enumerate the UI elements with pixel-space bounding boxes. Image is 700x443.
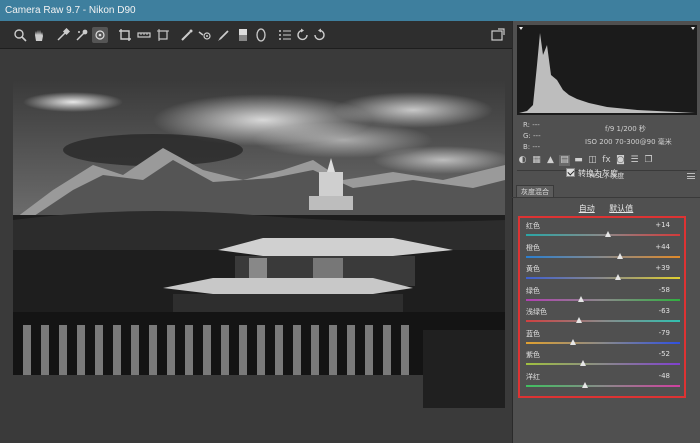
slider-thumb[interactable] — [616, 252, 623, 259]
slider-value[interactable]: -48 — [659, 372, 670, 380]
window-title: Camera Raw 9.7 - Nikon D90 — [0, 0, 700, 21]
slider-label: 紫色 — [526, 351, 540, 359]
slider-thumb[interactable] — [605, 231, 612, 237]
targeted-adjustment-icon[interactable] — [92, 27, 108, 43]
detail-tab-icon[interactable]: ▲ — [545, 155, 556, 166]
rgb-readout: R: --- G: --- B: --- f/9 1/200 秒 ISO 200… — [517, 119, 697, 153]
color-sampler-icon[interactable] — [74, 27, 90, 43]
convert-to-grayscale[interactable]: 转换为灰度 — [566, 168, 618, 179]
split-toning-tab-icon[interactable]: ▬ — [573, 155, 584, 166]
slider-track[interactable] — [526, 384, 680, 387]
slider-label: 洋红 — [526, 372, 540, 381]
graduated-filter-icon[interactable] — [235, 27, 251, 43]
slider-track[interactable] — [526, 298, 680, 301]
red-eye-icon[interactable] — [197, 27, 213, 43]
slider-value[interactable]: -63 — [659, 307, 670, 315]
zoom-icon[interactable] — [12, 27, 28, 43]
slider-track[interactable] — [526, 320, 680, 322]
slider-value[interactable]: +14 — [655, 221, 670, 229]
b-label: B: --- — [523, 143, 540, 151]
slider-label: 红色 — [526, 222, 540, 230]
slider-track[interactable] — [526, 255, 680, 258]
slider-label: 绿色 — [526, 286, 540, 295]
slider-track[interactable] — [526, 234, 680, 236]
panel-tabs: ◐ ▦ ▲ ▤ ▬ ◫ fx ◙ ☰ ❐ — [517, 153, 697, 169]
slider-label: 黄色 — [526, 265, 540, 273]
slider-track[interactable] — [526, 277, 680, 279]
slider-value[interactable]: -58 — [659, 286, 670, 294]
slider-value[interactable]: +44 — [655, 243, 670, 251]
iso-lens-info: ISO 200 70-300@90 毫米 — [585, 138, 672, 146]
hand-icon[interactable] — [31, 27, 47, 43]
auto-link[interactable]: 自动 — [579, 204, 595, 213]
crop-icon[interactable] — [117, 27, 133, 43]
lens-tab-icon[interactable]: ◫ — [587, 155, 598, 166]
slider-thumb[interactable] — [577, 295, 584, 302]
slider-label: 浅绿色 — [526, 308, 547, 316]
slider-track[interactable] — [526, 363, 680, 365]
slider-row: 蓝色 -79 — [526, 329, 680, 350]
histogram — [517, 25, 697, 115]
radial-filter-icon[interactable] — [253, 27, 269, 43]
slider-row: 橙色 +44 — [526, 243, 680, 264]
slider-row: 浅绿色 -63 — [526, 307, 680, 328]
slider-row: 紫色 -52 — [526, 350, 680, 371]
hsl-tab-icon[interactable]: ▤ — [559, 155, 570, 166]
basic-tab-icon[interactable]: ◐ — [517, 155, 528, 166]
slider-row: 红色 +14 — [526, 221, 680, 242]
slider-row: 黄色 +39 — [526, 264, 680, 285]
panel-menu-icon[interactable] — [687, 173, 695, 179]
presets-tab-icon[interactable]: ☰ — [629, 155, 640, 166]
slider-track[interactable] — [526, 341, 680, 344]
effects-tab-icon[interactable]: fx — [601, 155, 612, 166]
slider-label: 蓝色 — [526, 329, 540, 338]
transform-icon[interactable] — [155, 27, 171, 43]
slider-thumb[interactable] — [615, 274, 621, 280]
rotate-left-icon[interactable] — [295, 27, 311, 43]
tone-curve-tab-icon[interactable]: ▦ — [531, 155, 542, 166]
subtab-divider — [512, 197, 700, 198]
snapshots-tab-icon[interactable]: ❐ — [643, 155, 654, 166]
slider-thumb[interactable] — [581, 381, 588, 388]
default-link[interactable]: 默认值 — [609, 204, 633, 213]
adjustment-brush-icon[interactable] — [216, 27, 232, 43]
exposure-info: f/9 1/200 秒 — [605, 125, 646, 133]
slider-thumb[interactable] — [579, 360, 586, 366]
straighten-icon[interactable] — [136, 27, 152, 43]
rotate-right-icon[interactable] — [311, 27, 327, 43]
white-balance-icon[interactable] — [55, 27, 71, 43]
slider-value[interactable]: -79 — [659, 329, 670, 337]
tool-bar — [0, 21, 512, 49]
auto-default-links: 自动 默认值 — [512, 203, 700, 214]
slider-value[interactable]: +39 — [655, 264, 670, 272]
slider-value[interactable]: -52 — [659, 350, 670, 358]
list-icon[interactable] — [277, 27, 293, 43]
slider-row: 绿色 -58 — [526, 286, 680, 307]
convert-checkbox[interactable] — [566, 168, 575, 177]
r-label: R: --- — [523, 121, 540, 129]
camera-calibration-tab-icon[interactable]: ◙ — [615, 155, 626, 166]
slider-thumb[interactable] — [575, 317, 582, 323]
slider-thumb[interactable] — [569, 338, 576, 345]
open-preferences-icon[interactable] — [490, 27, 506, 43]
preview-image — [13, 80, 505, 408]
slider-row: 洋红 -48 — [526, 372, 680, 393]
spot-removal-icon[interactable] — [179, 27, 195, 43]
g-label: G: --- — [523, 132, 541, 140]
slider-label: 橙色 — [526, 243, 540, 252]
